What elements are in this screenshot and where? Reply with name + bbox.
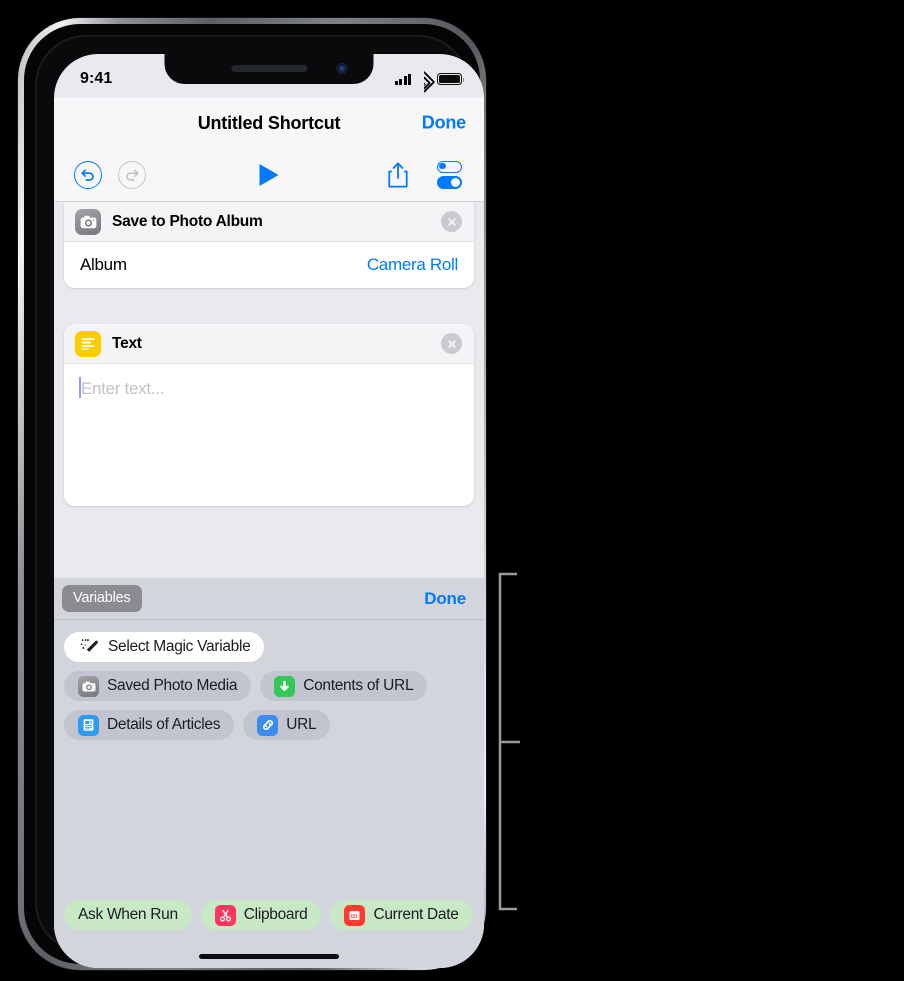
action-card-text[interactable]: Text Enter text... — [64, 324, 474, 506]
play-triangle-icon — [259, 163, 279, 186]
run-shortcut-button[interactable] — [259, 163, 279, 186]
parameter-label: Album — [80, 255, 127, 274]
settings-toggles-icon[interactable] — [435, 160, 464, 189]
magic-variable-label: Select Magic Variable — [108, 638, 251, 655]
home-indicator[interactable] — [199, 954, 339, 959]
variable-pill-clipboard[interactable]: Clipboard — [200, 900, 322, 930]
callout-bracket — [498, 572, 520, 911]
navigation-bar: Untitled Shortcut Done — [54, 98, 484, 202]
status-indicators — [394, 67, 465, 94]
shortcut-action-list[interactable]: Save to Photo Album Album Camera Roll Te… — [54, 202, 484, 968]
cellular-bars-icon — [394, 73, 411, 85]
parameter-value[interactable]: Camera Roll — [367, 255, 458, 275]
editor-toolbar — [54, 148, 484, 202]
nav-title-row: Untitled Shortcut Done — [54, 98, 484, 148]
front-camera-icon — [336, 63, 348, 74]
status-time: 9:41 — [80, 70, 113, 87]
close-circle-icon[interactable] — [441, 333, 462, 354]
text-lines-icon — [75, 330, 101, 357]
toggle-off-icon — [437, 160, 462, 173]
article-document-icon — [78, 714, 99, 736]
variable-label: Saved Photo Media — [107, 677, 238, 694]
action-card-header: Save to Photo Album — [64, 202, 474, 242]
link-chain-icon — [257, 714, 279, 736]
variable-pill-saved-photo-media[interactable]: Saved Photo Media — [64, 671, 252, 701]
variable-label: Current Date — [373, 906, 459, 923]
text-placeholder: Enter text... — [81, 379, 165, 398]
variables-list: Select Magic Variable Saved Photo Media … — [54, 620, 484, 968]
phone-bezel-inner: 9:41 Untitled Shortcut Done Save to Phot… — [35, 35, 484, 968]
earpiece-speaker-icon — [231, 65, 307, 72]
magic-wand-icon — [78, 637, 100, 658]
variables-row-2: Details of Articles URL — [64, 710, 484, 740]
variable-pill-ask-when-run[interactable]: Ask When Run — [64, 900, 192, 930]
phone-frame: 9:41 Untitled Shortcut Done Save to Phot… — [18, 18, 486, 970]
toggle-on-icon — [437, 176, 462, 189]
tab-variables[interactable]: Variables — [62, 585, 142, 612]
camera-icon — [75, 208, 101, 235]
variable-label: Details of Articles — [107, 716, 221, 733]
redo-arrow-icon[interactable] — [118, 160, 146, 189]
share-upload-icon[interactable] — [387, 161, 409, 189]
phone-bezel: 9:41 Untitled Shortcut Done Save to Phot… — [24, 24, 484, 968]
screenshot-root: 9:41 Untitled Shortcut Done Save to Phot… — [0, 0, 904, 981]
variable-pill-current-date[interactable]: Current Date — [330, 900, 473, 930]
variables-row-1: Saved Photo Media Contents of URL — [64, 671, 484, 701]
variable-pill-url[interactable]: URL — [243, 710, 331, 740]
action-card-header: Text — [64, 324, 474, 364]
variable-label: Contents of URL — [303, 677, 414, 694]
download-arrow-icon — [274, 675, 296, 697]
variable-label: Clipboard — [243, 906, 308, 923]
special-variables-row: Ask When Run Clipboard Current Date — [64, 900, 484, 930]
calendar-icon — [344, 904, 366, 926]
toolbar-left-group — [74, 160, 146, 189]
page-title: Untitled Shortcut — [197, 112, 341, 133]
toolbar-right-group — [387, 160, 464, 189]
variable-pill-details-of-articles[interactable]: Details of Articles — [64, 710, 235, 740]
variable-label: URL — [286, 716, 317, 733]
magic-variable-row: Select Magic Variable — [64, 632, 484, 662]
camera-icon — [78, 675, 99, 697]
wifi-icon — [412, 70, 436, 94]
variable-label: Ask When Run — [78, 906, 178, 923]
action-title: Save to Photo Album — [112, 212, 263, 230]
variables-panel: Variables Done Select Magic Variable Sav… — [54, 578, 484, 968]
action-title: Text — [112, 334, 142, 352]
scissors-icon — [214, 904, 236, 926]
battery-full-icon — [437, 73, 465, 85]
phone-screen: 9:41 Untitled Shortcut Done Save to Phot… — [54, 54, 484, 968]
action-card-save-to-photo-album[interactable]: Save to Photo Album Album Camera Roll — [64, 202, 474, 288]
text-input-area[interactable]: Enter text... — [64, 364, 474, 506]
variable-pill-contents-of-url[interactable]: Contents of URL — [260, 671, 428, 701]
undo-arrow-icon[interactable] — [74, 160, 102, 189]
variables-panel-bar: Variables Done — [54, 578, 484, 620]
action-parameter-row-album[interactable]: Album Camera Roll — [64, 242, 474, 288]
variables-done-button[interactable]: Done — [424, 589, 466, 609]
notch — [164, 54, 374, 84]
close-circle-icon[interactable] — [441, 211, 462, 232]
nav-done-button[interactable]: Done — [422, 113, 466, 134]
select-magic-variable-button[interactable]: Select Magic Variable — [64, 632, 265, 662]
